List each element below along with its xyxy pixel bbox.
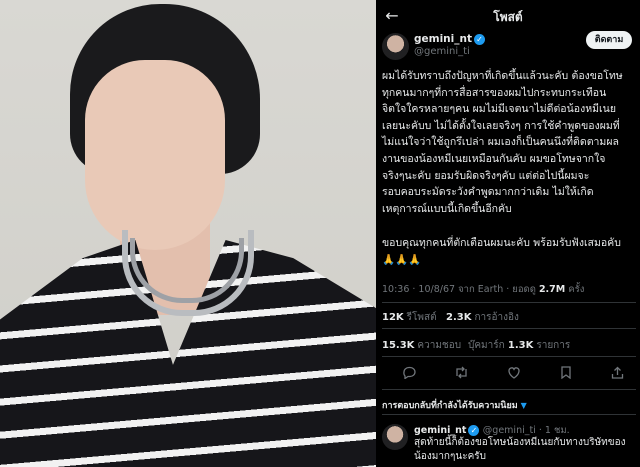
post-line: จริงๆนะคับ ยอมรับผิดจริงๆคับ แต่ต่อไปนี้…: [382, 169, 590, 182]
reply-icon[interactable]: [400, 366, 418, 382]
post-line: ขอบคุณทุกคนที่ตักเตือนผมนะคับ พร้อมรับฟั…: [382, 237, 621, 250]
divider: [382, 328, 636, 329]
post-line: จิตใจใครหลายๆคน ผมไม่มีเจตนาไม่ดีต่อน้อง…: [382, 103, 616, 116]
quote-stat[interactable]: 2.3K การอ้างอิง: [446, 310, 519, 325]
face: [85, 60, 225, 250]
post-line: งานของน้องหมีเนยเหมือนกันคับ ผมขอโทษจากใ…: [382, 152, 606, 165]
author-handle[interactable]: @gemini_ti: [414, 46, 470, 57]
chevron-down-icon: ▼: [520, 401, 527, 410]
divider: [382, 302, 636, 303]
verified-badge-icon: ✓: [474, 34, 485, 45]
view-count: 2.7M: [538, 284, 566, 295]
follow-button[interactable]: ติดตาม: [586, 31, 632, 49]
reply-sort-selector[interactable]: การตอบกลับที่กำลังได้รับความนิยม ▼: [382, 398, 527, 412]
top-bar: ← โพสต์: [376, 0, 640, 34]
reply-avatar[interactable]: [382, 424, 408, 450]
like-stat[interactable]: 15.3K ความชอบ: [382, 338, 461, 353]
action-bar: [382, 366, 632, 382]
post-panel: ← โพสต์ gemini_nt ✓ @gemini_ti ติดตาม ผมไ…: [376, 0, 640, 467]
bookmark-stat[interactable]: บุ๊คมาร์ก 1.3K รายการ: [468, 338, 570, 353]
post-line: เลยนะคับบ ไม่ได้ตั้งใจเลยจริงๆ การใช้คำพ…: [382, 119, 620, 132]
share-icon[interactable]: [608, 366, 626, 382]
repost-stat[interactable]: 12K รีโพสต์: [382, 310, 437, 325]
post-line: ไม่แน่ใจว่าใช้ถูกรึเปล่า ผมเองก็เป็นคนนึ…: [382, 136, 619, 149]
divider: [382, 389, 636, 390]
author-name[interactable]: gemini_nt ✓: [414, 33, 485, 45]
post-line: รอบคอบระมัดระวังคำพูดมากกว่าเดิม ไม่ให้เ…: [382, 186, 594, 199]
post-meta: 10:36 · 10/8/67 จาก Earth · ยอดดู 2.7M ค…: [382, 284, 585, 295]
post-line: เหตุการณ์แบบนี้เกิดขึ้นอีกคับ: [382, 202, 512, 215]
verified-badge-icon: ✓: [468, 425, 480, 436]
page-title: โพสต์: [493, 10, 523, 24]
repost-icon[interactable]: [452, 366, 470, 382]
like-icon[interactable]: [505, 366, 523, 382]
pray-emoji: 🙏🙏🙏: [382, 253, 422, 266]
post-text: ผมได้รับทราบถึงปัญหาที่เกิดขึ้นแล้วนะคับ…: [382, 68, 636, 282]
divider: [382, 414, 636, 415]
avatar[interactable]: [382, 33, 409, 60]
portrait-photo: [0, 0, 376, 467]
post-line: ผมได้รับทราบถึงปัญหาที่เกิดขึ้นแล้วนะคับ…: [382, 70, 623, 82]
reply-text: สุดท้ายนี้ก็ต้องขอโทษน้องหมีเนยกับทางบริ…: [414, 437, 626, 462]
bookmark-icon[interactable]: [557, 366, 575, 382]
divider: [382, 356, 636, 357]
post-line: ทุกคนมากๆที่การสื่อสารของผมไปกระทบกระเทื…: [382, 86, 607, 99]
